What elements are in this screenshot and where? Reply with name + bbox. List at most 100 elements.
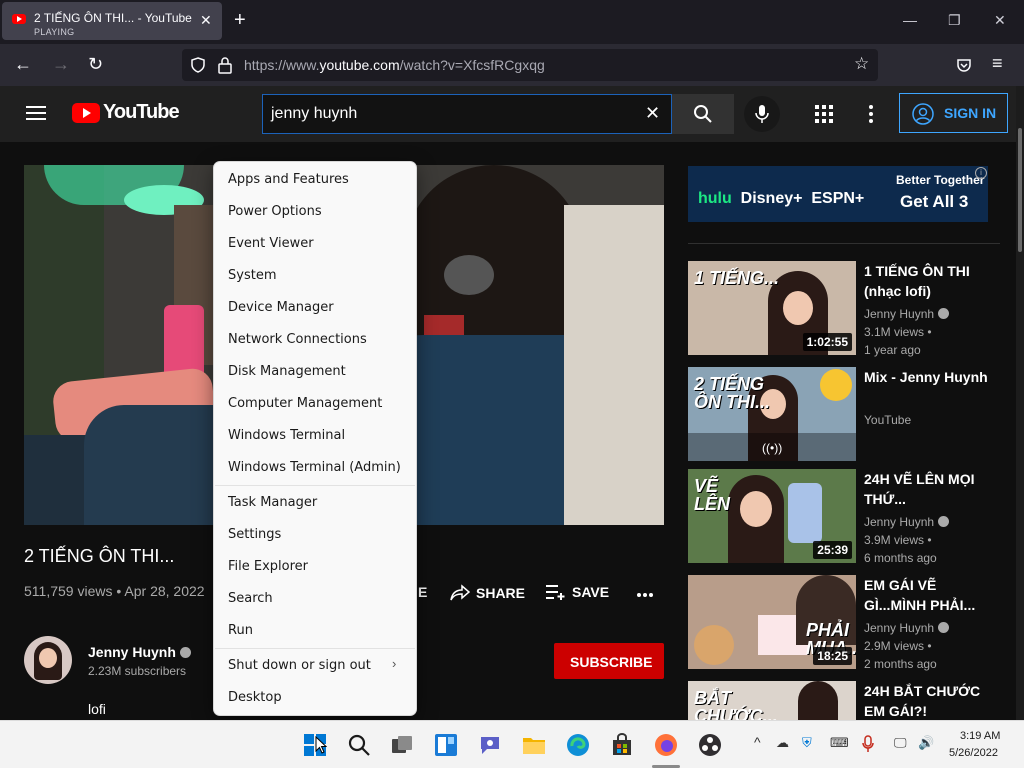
search-input[interactable]: jenny huynh ✕ [262, 94, 672, 134]
security-shield-icon[interactable]: ⛨ [802, 735, 812, 751]
widgets-icon[interactable] [434, 733, 458, 757]
clear-search-icon[interactable]: ✕ [645, 103, 660, 124]
menu-item-task-manager[interactable]: Task Manager [228, 495, 317, 510]
video-thumbnail[interactable]: VẼ LÊN 25:39 [688, 469, 856, 563]
new-tab-button[interactable]: + [234, 9, 246, 32]
voice-search-button[interactable] [744, 96, 780, 132]
video-thumbnail[interactable]: 1 TIẾNG... 1:02:55 [688, 261, 856, 355]
video-thumbnail[interactable]: PHẢI MUA... 18:25 [688, 575, 856, 669]
video-title[interactable]: Mix - Jenny Huynh [864, 367, 994, 387]
firefox-icon[interactable] [654, 733, 678, 757]
share-button[interactable]: SHARE [450, 584, 525, 602]
menu-item-network-connections[interactable]: Network Connections [228, 332, 367, 347]
tab-close-icon[interactable]: ✕ [200, 12, 212, 29]
video-title[interactable]: 24H BẮT CHƯỚC EM GÁI?! [864, 681, 994, 720]
verified-badge-icon [938, 516, 950, 527]
more-options-icon[interactable] [868, 104, 874, 124]
video-thumbnail[interactable]: 2 TIẾNG ÔN THI... ((•)) [688, 367, 856, 461]
app-menu-icon[interactable]: ≡ [992, 53, 1003, 74]
menu-item-system[interactable]: System [228, 268, 276, 283]
shield-icon[interactable] [190, 57, 206, 73]
menu-item-computer-management[interactable]: Computer Management [228, 396, 382, 411]
menu-item-shut-down-or-sign-out[interactable]: Shut down or sign out [228, 658, 371, 673]
recommended-video[interactable]: PHẢI MUA... 18:25 EM GÁI VẼ GÌ...MÌNH PH… [688, 575, 1008, 671]
minimize-icon[interactable]: — [903, 12, 917, 28]
display-icon[interactable]: 🖵 [894, 735, 907, 751]
video-duration: 1:02:55 [802, 333, 852, 351]
ad-info-icon[interactable]: i [975, 167, 987, 179]
channel-name[interactable]: Jenny Huynh [88, 644, 191, 660]
obs-studio-icon[interactable] [698, 733, 722, 757]
sign-in-button[interactable]: SIGN IN [899, 93, 1008, 133]
lock-icon[interactable] [218, 56, 232, 74]
apps-grid-icon[interactable] [815, 105, 833, 123]
menu-item-device-manager[interactable]: Device Manager [228, 300, 334, 315]
menu-item-windows-terminal[interactable]: Windows Terminal [228, 428, 345, 443]
microphone-in-use-icon[interactable] [862, 735, 874, 753]
network-icon[interactable]: ☁ [776, 735, 789, 751]
chevron-up-icon[interactable]: ^ [754, 734, 761, 750]
search-icon[interactable] [347, 733, 371, 757]
more-actions-icon[interactable] [636, 592, 654, 598]
divider [688, 243, 1000, 244]
menu-item-power-options[interactable]: Power Options [228, 204, 322, 219]
upload-age: 1 year ago [864, 343, 921, 357]
clock-date[interactable]: 5/26/2022 [949, 747, 998, 759]
recommended-video[interactable]: BẮT CHƯỚC... 24H BẮT CHƯỚC EM GÁI?! [688, 681, 1008, 720]
page-scrollbar-thumb[interactable] [1018, 128, 1022, 252]
youtube-logo-icon[interactable] [72, 103, 100, 123]
menu-item-event-viewer[interactable]: Event Viewer [228, 236, 314, 251]
windows-taskbar: ^ ☁ ⛨ ⌨ 🖵 🔊 3:19 AM 5/26/2022 [0, 720, 1024, 768]
menu-item-search[interactable]: Search [228, 591, 273, 606]
sidebar-ad[interactable]: hulu Disney+ ESPN+ Better Together Get A… [688, 166, 988, 222]
bookmark-star-icon[interactable]: ☆ [854, 54, 869, 74]
subscriber-count: 2.23M subscribers [88, 664, 187, 678]
restore-icon[interactable]: ❐ [948, 12, 961, 29]
video-title[interactable]: 1 TIẾNG ÔN THI (nhạc lofi) [864, 261, 994, 301]
menu-item-file-explorer[interactable]: File Explorer [228, 559, 308, 574]
back-arrow-icon[interactable]: ← [14, 54, 32, 75]
url-bar[interactable]: https://www.youtube.com/watch?v=XfcsfRCg… [182, 49, 878, 81]
menu-item-windows-terminal-admin[interactable]: Windows Terminal (Admin) [228, 460, 401, 475]
window-close-icon[interactable]: ✕ [994, 12, 1006, 29]
menu-item-desktop[interactable]: Desktop [228, 690, 282, 705]
task-view-icon[interactable] [390, 733, 414, 757]
menu-item-disk-management[interactable]: Disk Management [228, 364, 346, 379]
volume-icon[interactable]: 🔊 [918, 735, 934, 751]
forward-arrow-icon[interactable]: → [52, 54, 70, 75]
mouse-cursor-icon [315, 736, 327, 754]
search-button[interactable] [672, 94, 734, 134]
microsoft-store-icon[interactable] [610, 733, 634, 757]
like-button-fragment[interactable]: E [418, 584, 427, 600]
subscribe-button[interactable]: SUBSCRIBE [554, 643, 664, 679]
search-input-value[interactable]: jenny huynh [271, 105, 357, 123]
url-text[interactable]: https://www.youtube.com/watch?v=XfcsfRCg… [244, 57, 545, 73]
chevron-right-icon: › [392, 656, 397, 671]
teams-chat-icon[interactable] [478, 733, 502, 757]
keyboard-icon[interactable]: ⌨ [830, 735, 849, 751]
video-title: 2 TIẾNG ÔN THI... [24, 546, 175, 566]
recommended-video[interactable]: 1 TIẾNG... 1:02:55 1 TIẾNG ÔN THI (nhạc … [688, 261, 1008, 357]
video-thumbnail[interactable]: BẮT CHƯỚC... [688, 681, 856, 720]
menu-item-settings[interactable]: Settings [228, 527, 281, 542]
channel-name[interactable]: Jenny Huynh [864, 621, 950, 635]
channel-avatar[interactable] [24, 636, 72, 684]
recommended-video[interactable]: VẼ LÊN 25:39 24H VẼ LÊN MỌI THỨ... Jenny… [688, 469, 1008, 565]
channel-name[interactable]: Jenny Huynh [864, 515, 950, 529]
file-explorer-icon[interactable] [522, 733, 546, 757]
video-title[interactable]: 24H VẼ LÊN MỌI THỨ... [864, 469, 994, 509]
channel-name[interactable]: YouTube [864, 413, 911, 427]
recommended-mix[interactable]: 2 TIẾNG ÔN THI... ((•)) Mix - Jenny Huyn… [688, 367, 1008, 461]
channel-name[interactable]: Jenny Huynh [864, 307, 950, 321]
clock-time[interactable]: 3:19 AM [960, 730, 1000, 742]
menu-item-run[interactable]: Run [228, 623, 253, 638]
video-title[interactable]: EM GÁI VẼ GÌ...MÌNH PHẢI... [864, 575, 994, 615]
reload-icon[interactable]: ↻ [88, 54, 103, 75]
youtube-logo-text[interactable]: YouTube [103, 101, 180, 124]
pocket-icon[interactable] [956, 57, 972, 73]
edge-browser-icon[interactable] [566, 733, 590, 757]
verified-badge-icon [938, 308, 950, 319]
browser-tab-youtube[interactable]: 2 TIẾNG ÔN THI... - YouTube PLAYING ✕ [2, 2, 222, 40]
menu-item-apps-and-features[interactable]: Apps and Features [228, 172, 349, 187]
save-button[interactable]: SAVE [546, 584, 609, 600]
